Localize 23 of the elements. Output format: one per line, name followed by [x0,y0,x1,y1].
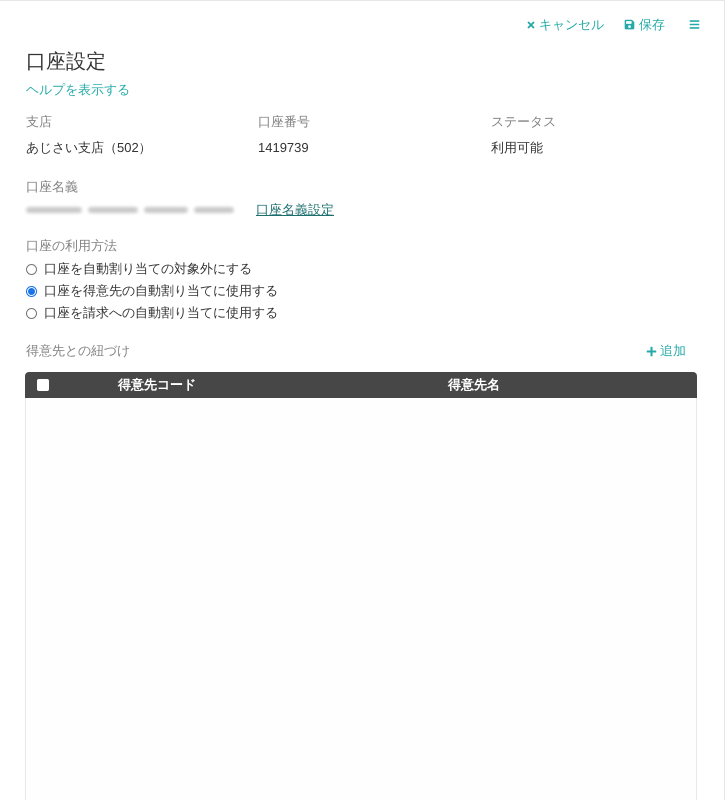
radio-label[interactable]: 口座を得意先の自動割り当てに使用する [44,281,278,301]
close-icon [526,20,536,30]
menu-icon[interactable] [689,19,700,30]
account-holder-settings-link[interactable]: 口座名義設定 [256,200,334,220]
section-title: 得意先との紐づけ [26,342,130,360]
field-value: 1419739 [258,139,310,157]
field-value: あじさい支店（502） [26,139,153,157]
radio-button[interactable] [26,308,37,318]
field-label: 口座番号 [258,113,311,131]
field-value: 利用可能 [491,139,544,157]
column-header: 得意先コード [118,377,196,392]
radio-label[interactable]: 口座を請求への自動割り当てに使用する [44,303,278,323]
field-label: ステータス [491,113,557,131]
select-all-checkbox[interactable] [37,379,49,391]
radio-button[interactable] [26,264,37,274]
field-label: 支店 [26,113,53,131]
column-header: 得意先名 [448,377,500,392]
plus-icon [646,346,657,356]
field-label: 口座名義 [26,179,78,194]
field-label: 口座の利用方法 [26,238,117,253]
page-title: 口座設定 [26,50,107,75]
radio-label[interactable]: 口座を自動割り当ての対象外にする [44,259,252,279]
radio-button[interactable] [26,286,37,296]
